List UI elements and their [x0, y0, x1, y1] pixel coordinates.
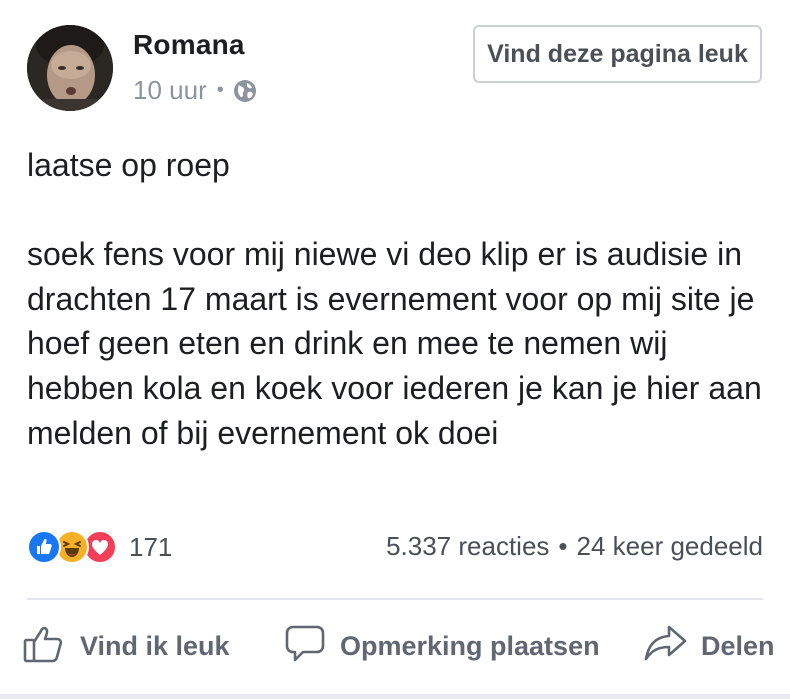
author-name[interactable]: Romana — [133, 29, 245, 61]
meta-separator: • — [216, 79, 224, 101]
stats-separator: • — [558, 531, 568, 561]
comment-button[interactable]: Opmerking plaatsen — [284, 620, 600, 672]
share-icon — [643, 623, 687, 670]
avatar[interactable] — [27, 25, 113, 111]
share-button[interactable]: Delen — [643, 620, 775, 672]
avatar-image — [27, 25, 113, 111]
post-text: laatse op roep soek fens voor mij niewe … — [27, 143, 767, 455]
post-text-paragraph: soek fens voor mij niewe vi deo klip er … — [27, 236, 762, 451]
comments-count[interactable]: 5.337 reacties — [386, 531, 549, 562]
reactions-summary[interactable]: 171 — [27, 530, 172, 564]
post-card: Romana 10 uur • Vind deze pagina leuk la… — [0, 0, 790, 699]
post-time[interactable]: 10 uur — [133, 75, 207, 106]
post-text-line: laatse op roep — [27, 147, 230, 183]
like-button[interactable]: Vind ik leuk — [22, 620, 230, 672]
like-page-button[interactable]: Vind deze pagina leuk — [473, 25, 762, 83]
like-reaction-icon — [27, 530, 61, 564]
reaction-count: 171 — [129, 531, 173, 562]
globe-icon[interactable] — [233, 79, 257, 103]
like-label: Vind ik leuk — [80, 630, 230, 661]
share-label: Delen — [701, 630, 775, 661]
divider — [27, 598, 763, 600]
shares-count[interactable]: 24 keer gedeeld — [577, 531, 763, 562]
thumbs-up-icon — [22, 621, 66, 672]
engagement-stats: 5.337 reacties • 24 keer gedeeld — [386, 531, 763, 562]
comment-icon — [284, 622, 326, 671]
comment-label: Opmerking plaatsen — [340, 630, 600, 661]
card-bottom-border — [0, 694, 790, 699]
post-meta: 10 uur • — [133, 75, 257, 106]
